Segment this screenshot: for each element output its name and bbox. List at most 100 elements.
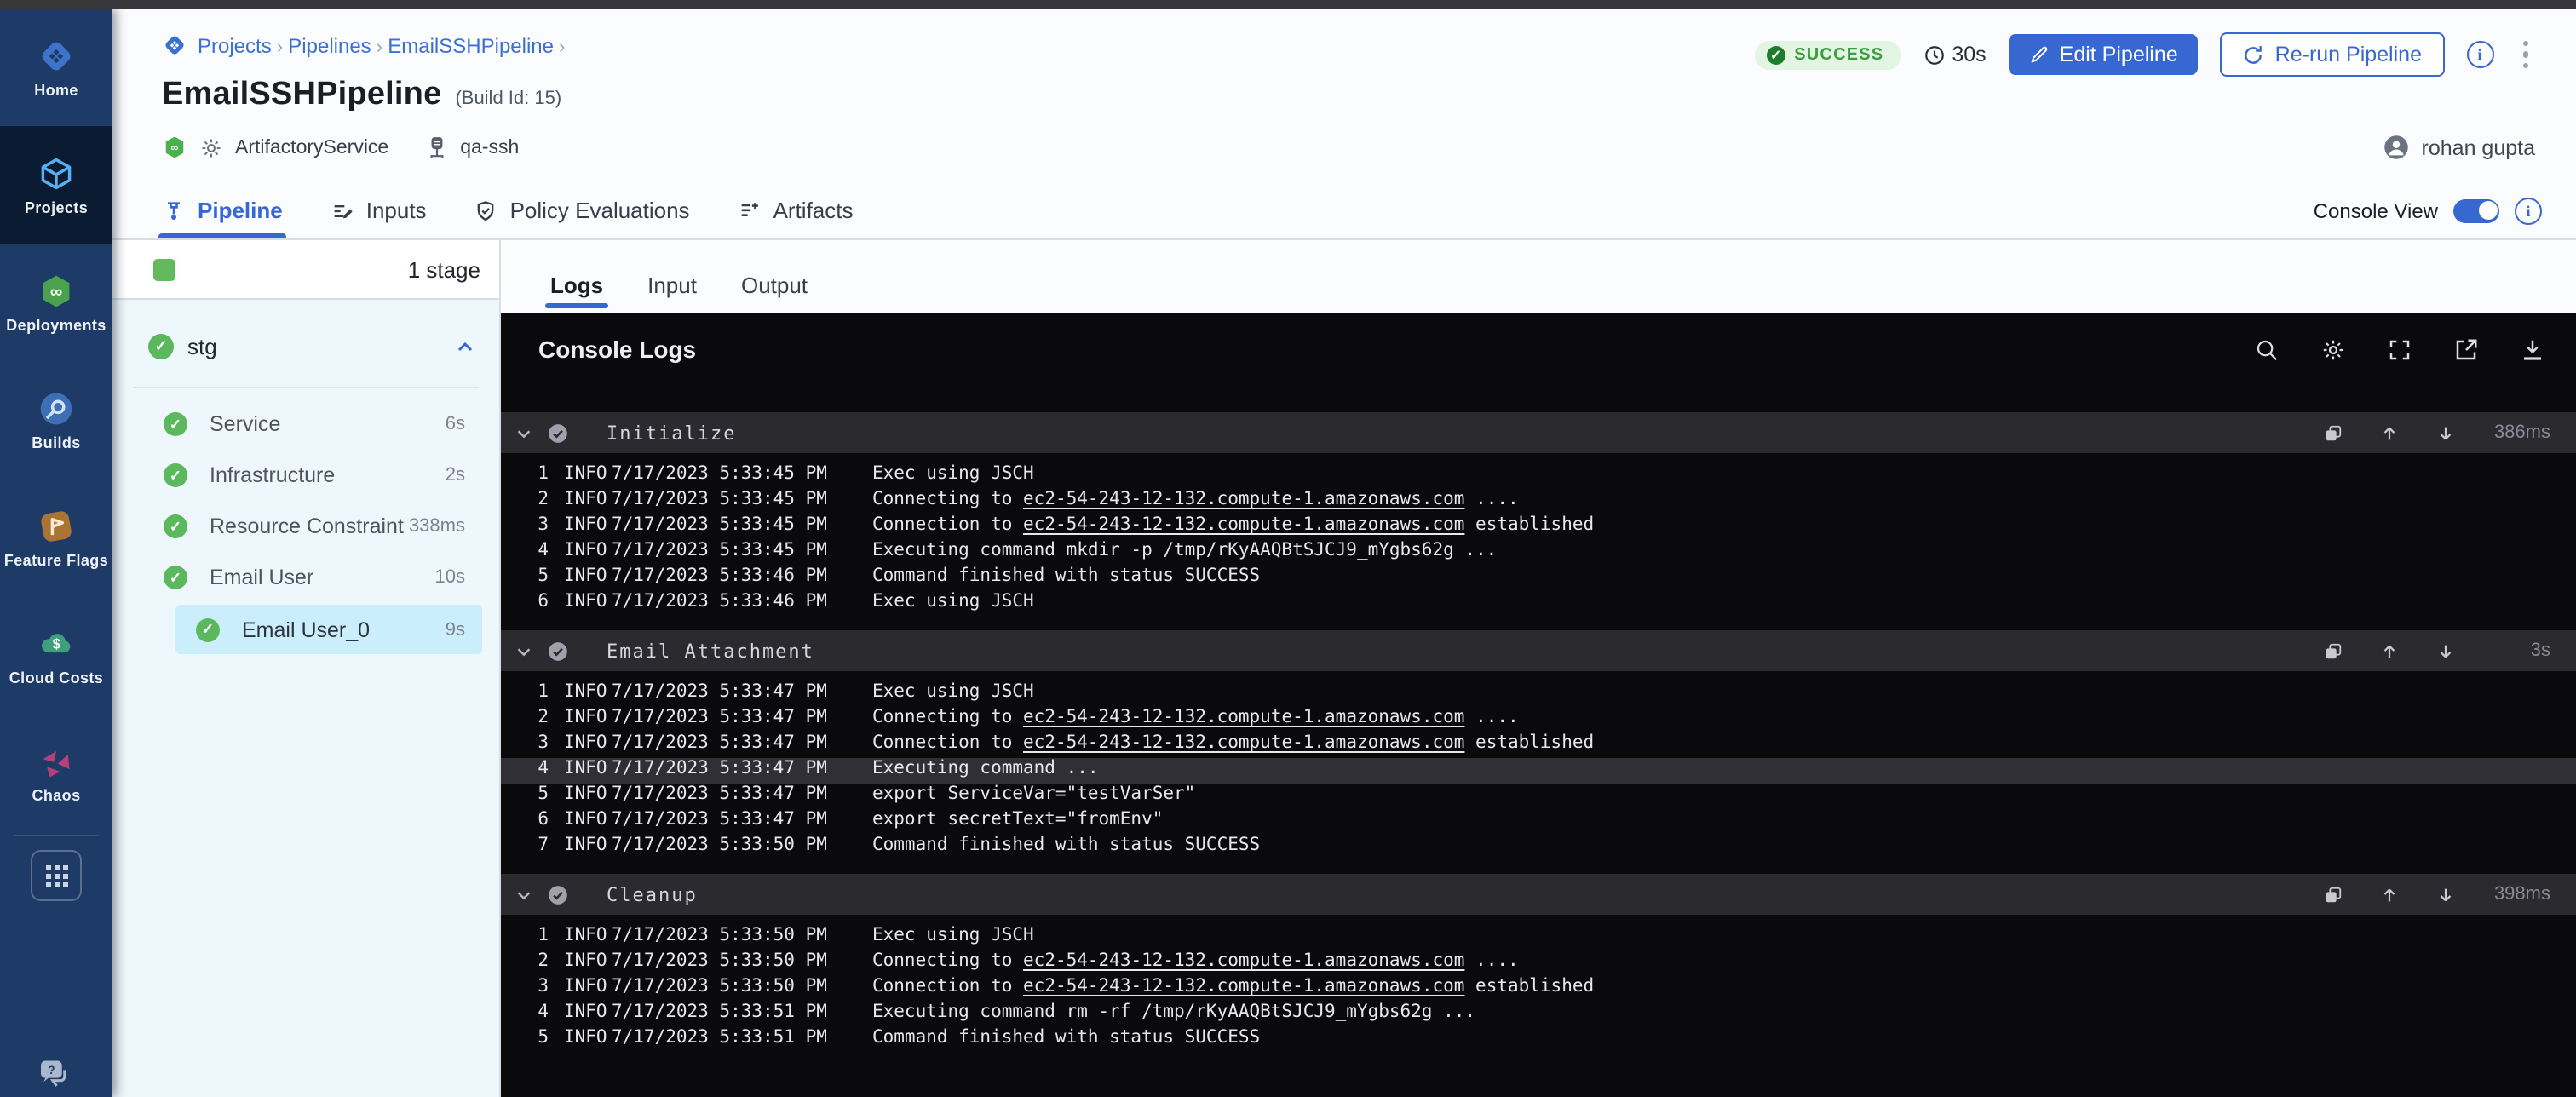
log-host-link[interactable]: ec2-54-243-12-132.compute-1.amazonaws.co… xyxy=(1023,707,1464,727)
step-row-email-user-0[interactable]: ✓Email User_09s xyxy=(175,605,482,654)
log-host-link[interactable]: ec2-54-243-12-132.compute-1.amazonaws.co… xyxy=(1023,951,1464,971)
log-host-link[interactable]: ec2-54-243-12-132.compute-1.amazonaws.co… xyxy=(1023,976,1464,996)
page-title: EmailSSHPipeline xyxy=(162,77,441,114)
log-line-number: 6 xyxy=(535,809,549,830)
scroll-down-icon[interactable] xyxy=(2436,885,2455,904)
log-section-duration: 398ms xyxy=(2493,884,2550,905)
feature-flags-icon xyxy=(37,507,75,544)
sidebar-item-deployments[interactable]: ∞Deployments xyxy=(0,244,112,361)
log-timestamp: 7/17/2023 5:33:47 PM xyxy=(612,809,872,830)
fullscreen-icon[interactable] xyxy=(2387,336,2412,362)
step-row-service[interactable]: ✓Service6s xyxy=(112,399,499,450)
step-duration: 10s xyxy=(435,567,466,588)
more-options-button[interactable] xyxy=(2516,37,2535,72)
copy-icon[interactable] xyxy=(2324,641,2343,660)
scroll-up-icon[interactable] xyxy=(2380,423,2399,442)
log-message: Exec using JSCH xyxy=(872,681,2576,702)
open-external-icon[interactable] xyxy=(2453,336,2479,362)
home-icon xyxy=(37,37,75,74)
log-timestamp: 7/17/2023 5:33:46 PM xyxy=(612,591,872,612)
module-picker-button[interactable] xyxy=(31,850,82,901)
step-row-infrastructure[interactable]: ✓Infrastructure2s xyxy=(112,450,499,501)
step-duration: 2s xyxy=(446,465,465,485)
step-row-email-user[interactable]: ✓Email User10s xyxy=(112,552,499,603)
copy-icon[interactable] xyxy=(2324,885,2343,904)
tab-policy-evaluations[interactable]: Policy Evaluations xyxy=(474,182,690,238)
log-message: Command finished with status SUCCESS xyxy=(872,566,2576,586)
log-message: Exec using JSCH xyxy=(872,463,2576,484)
log-host-link[interactable]: ec2-54-243-12-132.compute-1.amazonaws.co… xyxy=(1023,489,1464,509)
breadcrumb-link[interactable]: Pipelines xyxy=(288,33,371,57)
log-host-link[interactable]: ec2-54-243-12-132.compute-1.amazonaws.co… xyxy=(1023,514,1464,535)
tab-inputs[interactable]: Inputs xyxy=(331,182,427,238)
step-row-resource-constraint[interactable]: ✓Resource Constraint338ms xyxy=(112,501,499,552)
log-timestamp: 7/17/2023 5:33:47 PM xyxy=(612,707,872,727)
log-host-link[interactable]: ec2-54-243-12-132.compute-1.amazonaws.co… xyxy=(1023,732,1464,753)
log-section-header[interactable]: Initialize 386ms xyxy=(501,412,2576,453)
help-button[interactable]: ? HELP xyxy=(37,1060,77,1097)
console-log-area[interactable]: Initialize 386ms 1INFO7/17/2023 5:33:45 … xyxy=(501,385,2576,1097)
sidebar-item-feature-flags[interactable]: Feature Flags xyxy=(0,479,112,596)
chevron-down-icon[interactable] xyxy=(515,423,533,442)
stage-status-square xyxy=(153,258,175,280)
project-diamond-icon xyxy=(162,32,187,58)
step-success-check-icon: ✓ xyxy=(196,617,220,641)
inputs-icon xyxy=(331,198,354,222)
scroll-down-icon[interactable] xyxy=(2436,423,2455,442)
log-line-number: 4 xyxy=(535,540,549,560)
log-section-header[interactable]: Cleanup 398ms xyxy=(501,874,2576,915)
log-settings-gear-icon[interactable] xyxy=(2320,336,2346,362)
log-section-header[interactable]: Email Attachment 3s xyxy=(501,630,2576,671)
console-view-control: Console View i xyxy=(2314,182,2542,238)
console-tab-row: Logs Input Output xyxy=(501,240,2576,313)
breadcrumb-link[interactable]: Projects xyxy=(198,33,272,57)
log-section: Email Attachment 3s 1INFO7/17/2023 5:33:… xyxy=(501,630,2576,874)
sidebar-item-builds[interactable]: Builds xyxy=(0,361,112,479)
sidebar-item-label: Feature Flags xyxy=(4,551,108,568)
tab-pipeline[interactable]: Pipeline xyxy=(162,182,283,238)
download-icon[interactable] xyxy=(2520,336,2545,362)
scroll-down-icon[interactable] xyxy=(2436,641,2455,660)
log-timestamp: 7/17/2023 5:33:45 PM xyxy=(612,463,872,484)
breadcrumb-link[interactable]: EmailSSHPipeline xyxy=(388,33,554,57)
console-tab-input[interactable]: Input xyxy=(647,273,697,313)
sidebar-item-projects[interactable]: Projects xyxy=(0,126,112,244)
app-root: HomeProjects∞DeploymentsBuildsFeature Fl… xyxy=(0,0,2576,1097)
log-timestamp: 7/17/2023 5:33:51 PM xyxy=(612,1027,872,1048)
info-icon[interactable]: i xyxy=(2466,41,2493,68)
sidebar-item-home[interactable]: Home xyxy=(0,9,112,126)
log-line: 5INFO7/17/2023 5:33:46 PMCommand finishe… xyxy=(501,566,2576,591)
log-line: 1INFO7/17/2023 5:33:47 PMExec using JSCH xyxy=(501,681,2576,707)
stage-row-stg[interactable]: ✓ stg xyxy=(112,324,499,370)
log-message: Exec using JSCH xyxy=(872,925,2576,945)
log-level: INFO xyxy=(564,566,612,586)
copy-icon[interactable] xyxy=(2324,423,2343,442)
console-tab-output[interactable]: Output xyxy=(741,273,808,313)
scroll-up-icon[interactable] xyxy=(2380,885,2399,904)
main-tabs: Pipeline Inputs Policy Evaluations Artifact… xyxy=(162,182,854,238)
log-line: 5INFO7/17/2023 5:33:47 PMexport ServiceV… xyxy=(501,784,2576,809)
log-line: 3INFO7/17/2023 5:33:45 PMConnection to e… xyxy=(501,514,2576,540)
edit-pipeline-button[interactable]: Edit Pipeline xyxy=(2009,34,2199,75)
environment-name[interactable]: qa-ssh xyxy=(460,137,519,158)
service-name[interactable]: ArtifactoryService xyxy=(235,137,388,158)
sidebar-item-label: Home xyxy=(34,81,78,98)
step-success-check-icon: ✓ xyxy=(164,566,187,589)
pipeline-tab-row: Pipeline Inputs Policy Evaluations Artifact… xyxy=(112,182,2576,240)
nav-bottom: ? HELP xyxy=(0,1060,112,1097)
console-view-toggle[interactable] xyxy=(2453,198,2499,222)
rerun-pipeline-button[interactable]: Re-run Pipeline xyxy=(2221,32,2444,77)
sidebar-item-cloud-costs[interactable]: $Cloud Costs xyxy=(0,596,112,714)
search-icon[interactable] xyxy=(2254,336,2280,362)
console-tab-logs[interactable]: Logs xyxy=(550,273,603,313)
sidebar-item-chaos[interactable]: Chaos xyxy=(0,714,112,831)
stage-body: ✓ stg ✓Service6s✓Infrastructure2s✓Resour… xyxy=(112,300,499,1097)
chevron-down-icon[interactable] xyxy=(515,641,533,660)
chevron-down-icon[interactable] xyxy=(515,885,533,904)
scroll-up-icon[interactable] xyxy=(2380,641,2399,660)
tab-artifacts[interactable]: Artifacts xyxy=(738,182,854,238)
chevron-up-icon[interactable] xyxy=(455,336,475,357)
log-section-duration: 3s xyxy=(2493,640,2550,661)
console-view-info-icon[interactable]: i xyxy=(2515,197,2542,224)
log-message: Connecting to ec2-54-243-12-132.compute-… xyxy=(872,951,2576,971)
